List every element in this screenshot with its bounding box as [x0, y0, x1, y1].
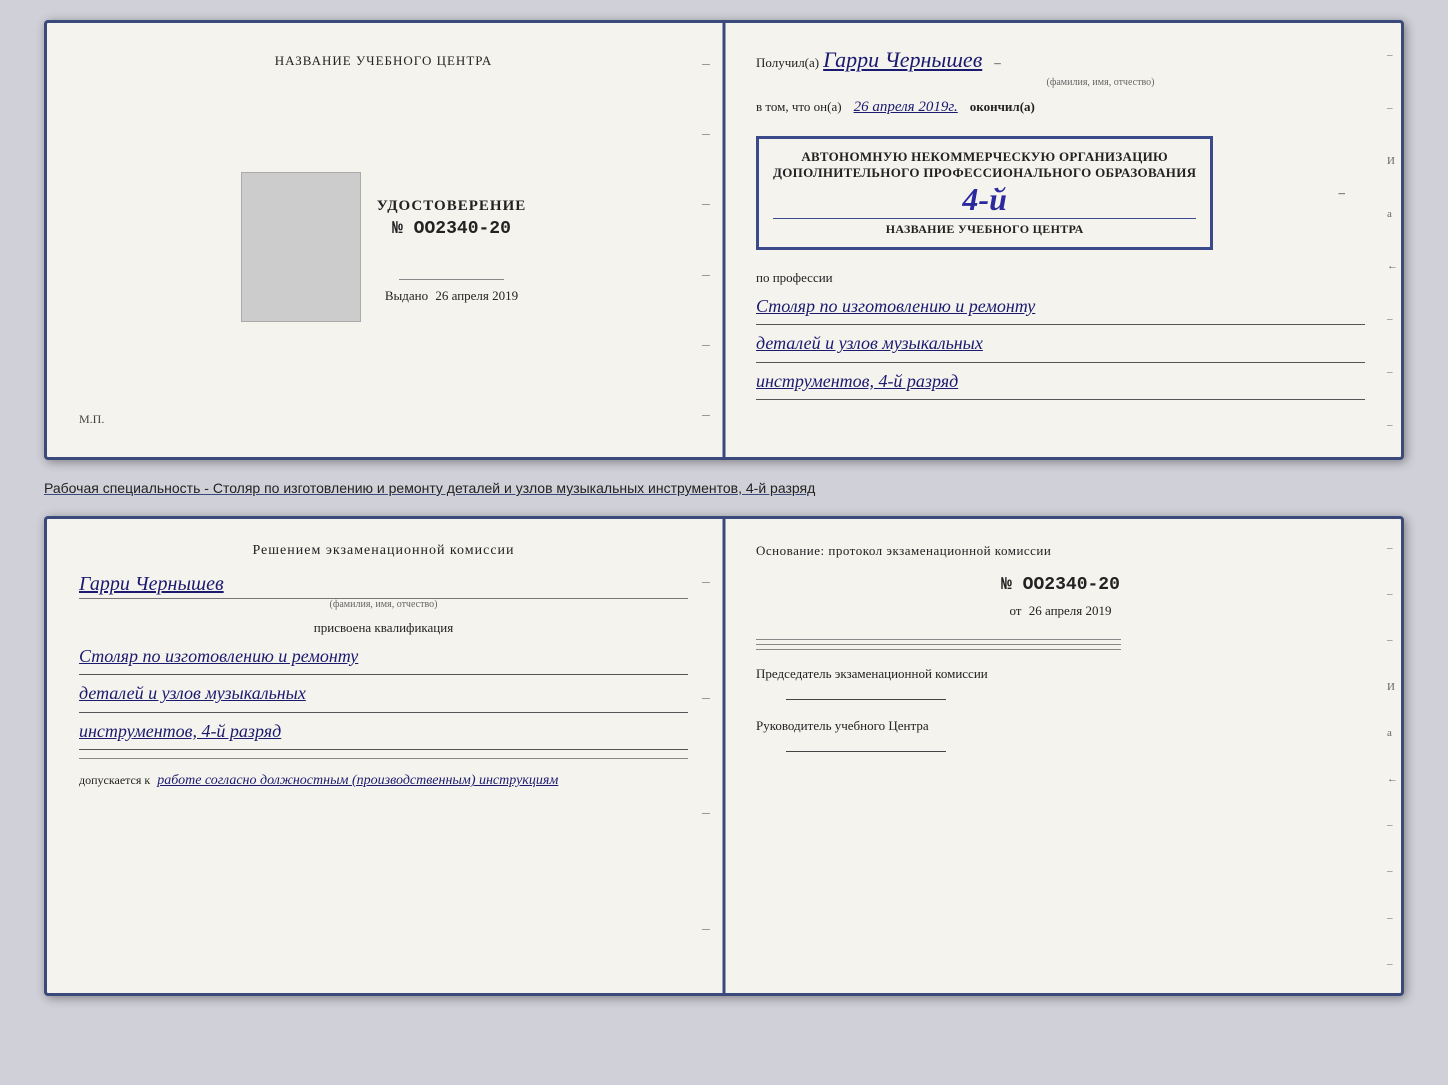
stamp-box: АВТОНОМНУЮ НЕКОММЕРЧЕСКУЮ ОРГАНИЗАЦИЮ ДО…: [756, 136, 1213, 250]
recipient-name-bottom: Гарри Чернышев: [79, 573, 224, 596]
bottom-left-page: Решением экзаменационной комиссии Гарри …: [47, 519, 720, 993]
top-right-page: Получил(а) Гарри Чернышев – (фамилия, им…: [720, 23, 1401, 457]
vydano-label: Выдано: [385, 288, 428, 303]
po-professii-block: по профессии Столяр по изготовлению и ре…: [756, 270, 1365, 400]
top-left-page: НАЗВАНИЕ УЧЕБНОГО ЦЕНТРА УДОСТОВЕРЕНИЕ №…: [47, 23, 720, 457]
bottom-name-block: Гарри Чернышев: [79, 573, 688, 596]
protocol-number: № OO2340-20: [756, 575, 1365, 595]
resheniem-header: Решением экзаменационной комиссии: [79, 543, 688, 559]
profession-line2-top: деталей и узлов музыкальных: [756, 327, 1365, 359]
poluchil-block: Получил(а) Гарри Чернышев –: [756, 47, 1365, 73]
right-spine-bottom: – – – И а ← – – – –: [1387, 519, 1399, 993]
stamp-dash: –: [1339, 185, 1346, 201]
vtom-label: в том, что он(а): [756, 99, 842, 114]
dash-1: –: [994, 55, 1001, 70]
dopuskaetsya-value: работе согласно должностным (производств…: [157, 773, 558, 788]
ot-date: 26 апреля 2019: [1029, 603, 1112, 618]
profession-line1-bottom: Столяр по изготовлению и ремонту: [79, 640, 688, 672]
right-spine-top: – – И а ← – – –: [1387, 23, 1399, 457]
profession-text-bottom: Столяр по изготовлению и ремонту деталей…: [79, 640, 688, 750]
recipient-name-top: Гарри Чернышев: [823, 47, 982, 73]
predsedatel-signature: [786, 686, 946, 700]
poluchil-label: Получил(а): [756, 55, 819, 70]
udostoverenie-block: УДОСТОВЕРЕНИЕ № OO2340-20: [377, 198, 527, 239]
completion-date: 26 апреля 2019г.: [854, 99, 958, 115]
top-document-spread: НАЗВАНИЕ УЧЕБНОГО ЦЕНТРА УДОСТОВЕРЕНИЕ №…: [44, 20, 1404, 460]
profession-text-top: Столяр по изготовлению и ремонту деталей…: [756, 290, 1365, 400]
okonchil-label: окончил(а): [970, 99, 1035, 114]
osnovanie-header: Основание: протокол экзаменационной коми…: [756, 543, 1365, 559]
prisvoena-label: присвоена квалификация: [79, 620, 688, 636]
udostoverenie-title: УДОСТОВЕРЕНИЕ: [377, 198, 527, 215]
stamp-line1: АВТОНОМНУЮ НЕКОММЕРЧЕСКУЮ ОРГАНИЗАЦИЮ: [773, 149, 1196, 165]
center-header: НАЗВАНИЕ УЧЕБНОГО ЦЕНТРА: [275, 53, 492, 69]
bottom-right-page: Основание: протокол экзаменационной коми…: [720, 519, 1401, 993]
udostoverenie-number: № OO2340-20: [377, 219, 527, 239]
vydano-date: 26 апреля 2019: [435, 288, 518, 303]
vydano-line: Выдано 26 апреля 2019: [377, 288, 527, 304]
stamp-number: 4-й: [962, 181, 1006, 218]
ot-date-block: от 26 апреля 2019: [756, 603, 1365, 619]
rukovoditel-signature: [786, 738, 946, 752]
vtom-block: в том, что он(а) 26 апреля 2019г. окончи…: [756, 98, 1365, 116]
predsedatel-label: Председатель экзаменационной комиссии: [756, 666, 1365, 682]
subtitle-text: Рабочая специальность - Столяр по изгото…: [44, 476, 1404, 500]
left-spine-bottom: [702, 519, 714, 993]
stamp-line2: ДОПОЛНИТЕЛЬНОГО ПРОФЕССИОНАЛЬНОГО ОБРАЗО…: [773, 165, 1196, 181]
stamp-center: НАЗВАНИЕ УЧЕБНОГО ЦЕНТРА: [773, 218, 1196, 237]
profession-line2-bottom: деталей и узлов музыкальных: [79, 677, 688, 709]
name-subtitle-top: (фамилия, имя, отчество): [836, 77, 1365, 88]
mp-label: М.П.: [79, 412, 104, 427]
dopuskaetsya-block: допускается к работе согласно должностны…: [79, 773, 688, 789]
profession-line3-bottom: инструментов, 4-й разряд: [79, 715, 688, 747]
bottom-document-spread: Решением экзаменационной комиссии Гарри …: [44, 516, 1404, 996]
po-professii-label: по профессии: [756, 270, 1365, 286]
ot-label: от: [1009, 603, 1021, 618]
name-subtitle-bottom: (фамилия, имя, отчество): [79, 599, 688, 610]
left-spine-marks: [702, 23, 714, 457]
rukovoditel-label: Руководитель учебного Центра: [756, 718, 1365, 734]
stamp-container: АВТОНОМНУЮ НЕКОММЕРЧЕСКУЮ ОРГАНИЗАЦИЮ ДО…: [756, 126, 1365, 260]
profession-line1-top: Столяр по изготовлению и ремонту: [756, 290, 1365, 322]
dopuskaetsya-label: допускается к: [79, 773, 150, 787]
profession-line3-top: инструментов, 4-й разряд: [756, 365, 1365, 397]
photo-placeholder: [241, 172, 361, 322]
